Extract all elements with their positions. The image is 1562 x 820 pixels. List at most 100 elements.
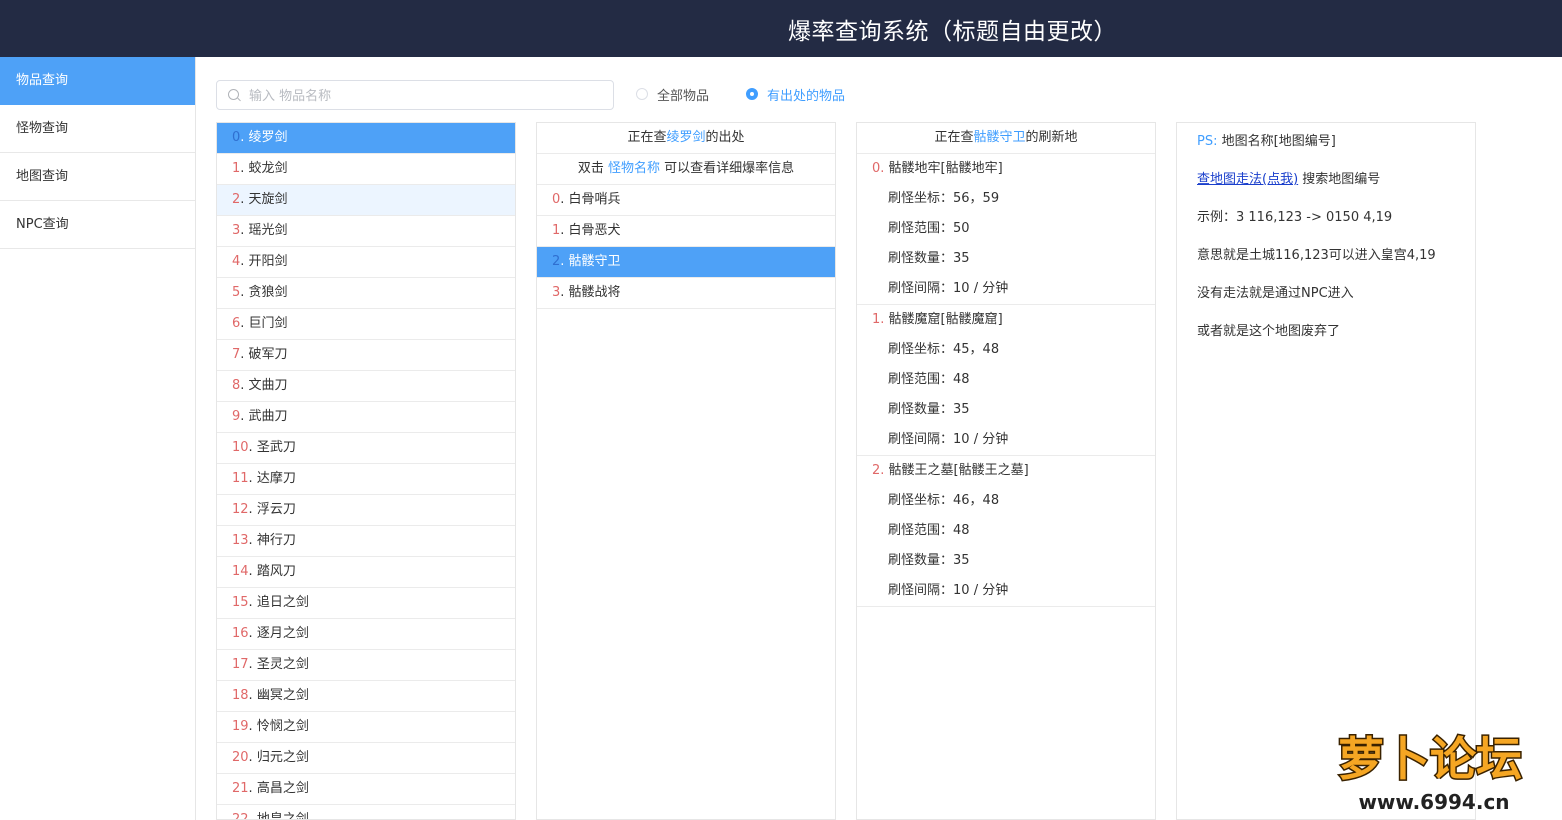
sidebar-item-map-query[interactable]: 地图查询: [0, 153, 195, 201]
item-name: 文曲刀: [248, 378, 288, 393]
spawn-coords-label: 刷怪坐标：: [888, 493, 954, 508]
item-row[interactable]: 4. 开阳剑: [217, 247, 515, 278]
item-index-dot: .: [248, 533, 257, 548]
item-row[interactable]: 8. 文曲刀: [217, 371, 515, 402]
spawn-interval-row: 刷怪间隔：10 / 分钟: [857, 576, 1155, 606]
spawn-count-value: 35: [953, 251, 970, 266]
item-row[interactable]: 0. 绫罗剑: [217, 123, 515, 154]
item-index-dot: .: [248, 595, 257, 610]
item-index: 15: [232, 595, 249, 610]
spawn-coords-label: 刷怪坐标：: [888, 342, 954, 357]
monster-name: 骷髅守卫: [568, 254, 621, 269]
spawn-location-title: 2. 骷髅王之墓[骷髅王之墓]: [857, 456, 1155, 486]
radio-dot-icon: [746, 88, 758, 100]
monster-row[interactable]: 3. 骷髅战将: [537, 278, 835, 309]
item-index: 17: [232, 657, 249, 672]
hint-suffix: 可以查看详细爆率信息: [660, 161, 795, 176]
item-name: 地皇之剑: [256, 812, 309, 820]
spawn-location-title: 1. 骷髅魔窟[骷髅魔窟]: [857, 305, 1155, 335]
location-index-dot: .: [880, 312, 889, 327]
item-name: 圣武刀: [256, 440, 296, 455]
item-row[interactable]: 6. 巨门剑: [217, 309, 515, 340]
item-index: 10: [232, 440, 249, 455]
radio-all-items[interactable]: 全部物品: [636, 85, 710, 104]
items-list-panel: 0. 绫罗剑 1. 蛟龙剑 2. 天旋剑 3. 瑶光剑 4. 开阳剑 5. 贪狼剑 6. 巨…: [216, 122, 516, 820]
item-index-dot: .: [248, 812, 257, 820]
item-row[interactable]: 12. 浮云刀: [217, 495, 515, 526]
item-name: 踏风刀: [256, 564, 296, 579]
item-row[interactable]: 13. 神行刀: [217, 526, 515, 557]
item-index-dot: .: [248, 781, 257, 796]
item-row[interactable]: 3. 瑶光剑: [217, 216, 515, 247]
item-row[interactable]: 9. 武曲刀: [217, 402, 515, 433]
spawn-range-value: 50: [953, 221, 970, 236]
radio-items-with-source[interactable]: 有出处的物品: [746, 85, 845, 104]
item-index-dot: .: [240, 192, 249, 207]
monster-index-dot: .: [560, 254, 569, 269]
spawn-count-label: 刷怪数量：: [888, 251, 954, 266]
spawn-range-label: 刷怪范围：: [888, 372, 954, 387]
item-name: 瑶光剑: [248, 223, 288, 238]
item-row[interactable]: 15. 追日之剑: [217, 588, 515, 619]
item-row[interactable]: 5. 贪狼剑: [217, 278, 515, 309]
item-name: 破军刀: [248, 347, 288, 362]
item-row[interactable]: 14. 踏风刀: [217, 557, 515, 588]
item-name: 怜悯之剑: [256, 719, 309, 734]
monster-row[interactable]: 0. 白骨哨兵: [537, 185, 835, 216]
item-index-dot: .: [240, 161, 249, 176]
item-row[interactable]: 7. 破军刀: [217, 340, 515, 371]
item-row[interactable]: 11. 达摩刀: [217, 464, 515, 495]
spawn-interval-row: 刷怪间隔：10 / 分钟: [857, 425, 1155, 455]
item-row[interactable]: 19. 怜悯之剑: [217, 712, 515, 743]
monster-index-dot: .: [560, 223, 569, 238]
spawn-count-row: 刷怪数量：35: [857, 395, 1155, 425]
item-name: 高昌之剑: [256, 781, 309, 796]
item-row[interactable]: 1. 蛟龙剑: [217, 154, 515, 185]
item-row[interactable]: 22. 地皇之剑: [217, 805, 515, 820]
monster-row[interactable]: 2. 骷髅守卫: [537, 247, 835, 278]
location-index-dot: .: [880, 463, 889, 478]
page-title: 爆率查询系统（标题自由更改）: [788, 19, 1117, 45]
item-row[interactable]: 18. 幽冥之剑: [217, 681, 515, 712]
item-index: 14: [232, 564, 249, 579]
item-row[interactable]: 16. 逐月之剑: [217, 619, 515, 650]
item-row[interactable]: 2. 天旋剑: [217, 185, 515, 216]
info-panel: PS: 地图名称[地图编号] 查地图走法(点我) 搜索地图编号 示例：3 116…: [1176, 122, 1476, 820]
info-ps-line: PS: 地图名称[地图编号]: [1197, 130, 1336, 149]
search-box: [216, 80, 614, 110]
sidebar-item-npc-query[interactable]: NPC查询: [0, 201, 195, 249]
spawn-coords-row: 刷怪坐标：46，48: [857, 486, 1155, 516]
source-hint: 双击 怪物名称 可以查看详细爆率信息: [537, 154, 835, 185]
item-index: 12: [232, 502, 249, 517]
search-icon: [228, 89, 239, 100]
spawn-count-row: 刷怪数量：35: [857, 244, 1155, 274]
header-monster-name: 骷髅守卫: [973, 130, 1026, 145]
item-name: 蛟龙剑: [248, 161, 288, 176]
spawn-range-label: 刷怪范围：: [888, 221, 954, 236]
sidebar-item-monster-query[interactable]: 怪物查询: [0, 105, 195, 153]
spawn-location-title: 0. 骷髅地牢[骷髅地牢]: [857, 154, 1155, 184]
search-input[interactable]: [247, 85, 611, 107]
item-index: 20: [232, 750, 249, 765]
sidebar-item-item-query[interactable]: 物品查询: [0, 57, 195, 105]
monster-row[interactable]: 1. 白骨恶犬: [537, 216, 835, 247]
item-index-dot: .: [240, 254, 249, 269]
map-route-link[interactable]: 查地图走法(点我): [1197, 172, 1298, 187]
info-no-route: 没有走法就是通过NPC进入: [1197, 286, 1354, 301]
item-name: 追日之剑: [256, 595, 309, 610]
monster-index-dot: .: [560, 285, 569, 300]
spawn-location: 1. 骷髅魔窟[骷髅魔窟] 刷怪坐标：45，48 刷怪范围：48 刷怪数量：35 刷怪间…: [857, 305, 1155, 456]
item-row[interactable]: 20. 归元之剑: [217, 743, 515, 774]
item-row[interactable]: 21. 高昌之剑: [217, 774, 515, 805]
item-name: 神行刀: [256, 533, 296, 548]
item-row[interactable]: 10. 圣武刀: [217, 433, 515, 464]
location-name: 骷髅魔窟[骷髅魔窟]: [888, 312, 1003, 327]
item-name: 圣灵之剑: [256, 657, 309, 672]
source-panel: 正在查绫罗剑的出处 双击 怪物名称 可以查看详细爆率信息 0. 白骨哨兵 1. 白…: [536, 122, 836, 820]
spawn-range-value: 48: [953, 523, 970, 538]
spawn-coords-value: 56，59: [953, 191, 1000, 206]
radio-label: 全部物品: [657, 88, 710, 104]
item-row[interactable]: 17. 圣灵之剑: [217, 650, 515, 681]
monster-list: 0. 白骨哨兵 1. 白骨恶犬 2. 骷髅守卫 3. 骷髅战将: [537, 185, 835, 309]
item-name: 绫罗剑: [248, 130, 288, 145]
